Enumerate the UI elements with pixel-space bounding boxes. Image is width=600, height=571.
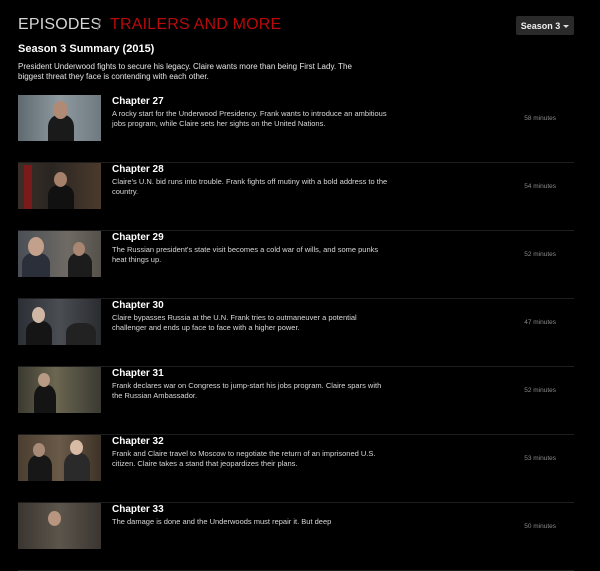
episode-title[interactable]: Chapter 29 xyxy=(112,232,164,243)
episode-title[interactable]: Chapter 30 xyxy=(112,300,164,311)
episode-thumbnail[interactable] xyxy=(18,299,101,345)
episode-row[interactable]: Chapter 33 The damage is done and the Un… xyxy=(18,503,574,571)
episode-row[interactable]: Chapter 31 Frank declares war on Congres… xyxy=(18,367,574,435)
episode-list: Chapter 27 A rocky start for the Underwo… xyxy=(18,95,574,571)
episode-title[interactable]: Chapter 28 xyxy=(112,164,164,175)
episode-thumbnail[interactable] xyxy=(18,503,101,549)
episode-description: The Russian president's state visit beco… xyxy=(112,245,379,264)
top-nav: EPISODES / TRAILERS AND MORE Season 3 xyxy=(18,16,574,36)
episode-description: A rocky start for the Underwood Presiden… xyxy=(112,109,387,128)
episode-description: Frank and Claire travel to Moscow to neg… xyxy=(112,449,376,468)
season-dropdown-value: Season 3 xyxy=(520,20,561,31)
episode-description: Claire bypasses Russia at the U.N. Frank… xyxy=(112,313,357,332)
season-summary-text: President Underwood fights to secure his… xyxy=(18,62,352,81)
episode-description: Claire's U.N. bid runs into trouble. Fra… xyxy=(112,177,388,196)
episode-thumbnail[interactable] xyxy=(18,231,101,277)
episode-row[interactable]: Chapter 30 Claire bypasses Russia at the… xyxy=(18,299,574,367)
episode-title[interactable]: Chapter 33 xyxy=(112,504,164,515)
episode-duration: 52 minutes xyxy=(524,251,556,258)
episode-duration: 50 minutes xyxy=(524,523,556,530)
episode-row[interactable]: Chapter 28 Claire's U.N. bid runs into t… xyxy=(18,163,574,231)
episode-description: Frank declares war on Congress to jump-s… xyxy=(112,381,382,400)
tab-separator: / xyxy=(97,17,102,34)
episode-row[interactable]: Chapter 32 Frank and Claire travel to Mo… xyxy=(18,435,574,503)
tab-episodes[interactable]: EPISODES xyxy=(18,16,101,34)
episode-duration: 54 minutes xyxy=(524,183,556,190)
chevron-down-icon xyxy=(563,24,570,28)
episode-row[interactable]: Chapter 29 The Russian president's state… xyxy=(18,231,574,299)
episode-title[interactable]: Chapter 32 xyxy=(112,436,164,447)
episode-duration: 47 minutes xyxy=(524,319,556,326)
season-dropdown[interactable]: Season 3 xyxy=(516,16,574,35)
episode-row[interactable]: Chapter 27 A rocky start for the Underwo… xyxy=(18,95,574,163)
episode-thumbnail[interactable] xyxy=(18,163,101,209)
episode-title[interactable]: Chapter 31 xyxy=(112,368,164,379)
episode-duration: 52 minutes xyxy=(524,387,556,394)
season-summary-title: Season 3 Summary (2015) xyxy=(18,43,155,55)
episode-title[interactable]: Chapter 27 xyxy=(112,96,164,107)
episode-duration: 58 minutes xyxy=(524,115,556,122)
episode-thumbnail[interactable] xyxy=(18,435,101,481)
tab-trailers-and-more[interactable]: TRAILERS AND MORE xyxy=(110,16,281,34)
episode-thumbnail[interactable] xyxy=(18,95,101,141)
episode-thumbnail[interactable] xyxy=(18,367,101,413)
episode-duration: 53 minutes xyxy=(524,455,556,462)
episode-description: The damage is done and the Underwoods mu… xyxy=(112,517,332,526)
